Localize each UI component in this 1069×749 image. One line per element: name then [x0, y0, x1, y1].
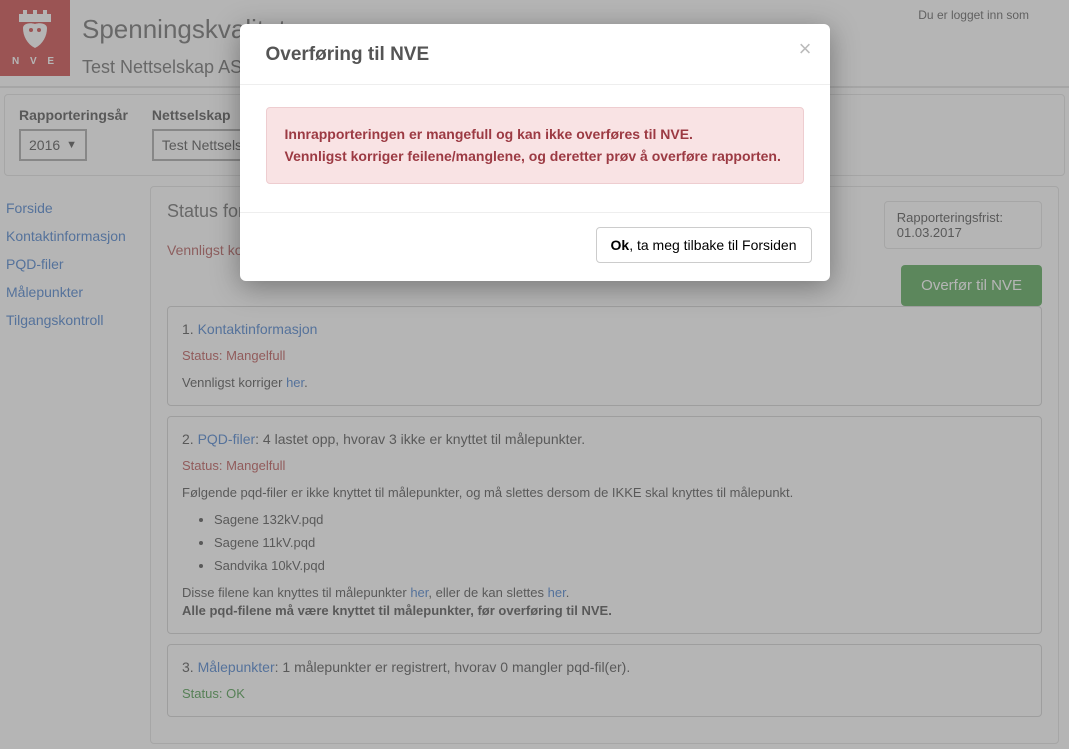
ok-back-to-forside-button[interactable]: Ok, ta meg tilbake til Forsiden — [596, 227, 812, 263]
modal-body: Innrapporteringen er mangefull og kan ik… — [240, 85, 830, 192]
close-icon[interactable]: × — [799, 38, 812, 60]
modal-alert: Innrapporteringen er mangefull og kan ik… — [266, 107, 804, 184]
modal-overlay[interactable]: Overføring til NVE × Innrapporteringen e… — [0, 0, 1069, 749]
transfer-modal: Overføring til NVE × Innrapporteringen e… — [240, 24, 830, 281]
modal-title: Overføring til NVE — [266, 44, 804, 66]
ok-rest: , ta meg tilbake til Forsiden — [629, 237, 796, 253]
modal-header: Overføring til NVE × — [240, 24, 830, 85]
ok-bold: Ok — [611, 237, 630, 253]
alert-line-2: Vennligst korriger feilene/manglene, og … — [285, 146, 785, 168]
modal-footer: Ok, ta meg tilbake til Forsiden — [240, 212, 830, 281]
alert-line-1: Innrapporteringen er mangefull og kan ik… — [285, 124, 785, 146]
